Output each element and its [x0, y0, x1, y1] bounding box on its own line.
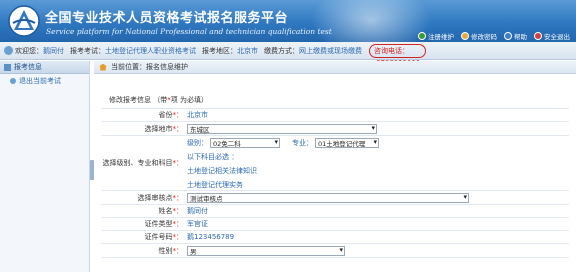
- welcome-name: 鹅同付: [43, 46, 64, 55]
- gender-cell: 男: [185, 244, 569, 257]
- province-label-text: 省份: [158, 111, 173, 119]
- user-icon: [418, 32, 426, 40]
- major-sub-label: 专业：: [292, 139, 313, 147]
- logout-link[interactable]: 安全退出: [534, 31, 570, 41]
- change-password-link[interactable]: 修改密码: [461, 31, 497, 41]
- gender-select[interactable]: 男: [187, 245, 345, 256]
- form-title: 修改报考信息 （带*项 为必填）: [109, 95, 208, 105]
- site-select[interactable]: 测试审核点: [187, 192, 469, 203]
- row-site: 选择审核点 *： 测试审核点: [101, 191, 569, 205]
- breadcrumb-text: 当前位置：报名信息维护: [111, 63, 188, 71]
- level-label: 选择级别、专业和科目 *：: [101, 136, 185, 190]
- register-maintain-label: 注册维护: [428, 33, 454, 41]
- breadcrumb: 当前位置：报名信息维护: [94, 61, 576, 74]
- subjects-note: 以下科目必选 ：: [187, 153, 239, 161]
- id-type-value: 军官证: [187, 220, 208, 228]
- gender-label: 性别 *：: [101, 244, 185, 257]
- site-label: 选择审核点 *：: [101, 191, 185, 204]
- region-value: 北京市: [237, 46, 258, 55]
- row-id-number: 证件号码 *： 鹅123456789: [101, 231, 569, 244]
- region-label: 报考地区：: [202, 46, 237, 55]
- level-sub-label: 级别：: [187, 139, 208, 147]
- id-number-label: 证件号码 *：: [101, 231, 185, 243]
- help-icon: [504, 32, 512, 40]
- required-star: *：: [172, 111, 184, 119]
- change-password-label: 修改密码: [471, 33, 497, 41]
- id-number-label-text: 证件号码: [144, 233, 173, 241]
- id-number-value: 鹅123456789: [187, 233, 235, 241]
- exam-label: 报考考试：: [70, 46, 105, 55]
- province-value: 北京市: [187, 111, 208, 119]
- name-value: 鹅同付: [187, 207, 208, 215]
- level-label-text: 选择级别、专业和科目: [102, 159, 173, 167]
- level-select[interactable]: 02免二科: [210, 138, 280, 148]
- help-link[interactable]: 帮助: [504, 31, 527, 41]
- form-title-prefix: 修改报考信息 （带: [109, 96, 168, 104]
- sidebar-item-label: 退出当前考试: [19, 76, 61, 85]
- logout-icon: [534, 32, 542, 40]
- name-label: 姓名 *：: [101, 205, 185, 217]
- welcome-text: 欢迎您：鹅同付: [15, 46, 64, 56]
- site-label-text: 选择审核点: [137, 193, 173, 202]
- exam-value: 土地登记代理人职业资格考试: [105, 46, 196, 55]
- subject-item: 土地登记代理实务: [187, 181, 243, 189]
- required-star: *：: [172, 246, 184, 255]
- phone-label: 咨询电话：: [374, 46, 409, 55]
- help-label: 帮助: [514, 33, 527, 41]
- required-star: *：: [172, 193, 184, 202]
- fee-value: 网上缴费或现场缴费: [299, 46, 362, 55]
- home-icon: [99, 63, 107, 71]
- sidebar-item-exit-exam[interactable]: 退出当前考试: [0, 74, 89, 87]
- folder-icon: [4, 63, 11, 71]
- key-icon: [461, 32, 469, 40]
- top-links: 注册维护 修改密码 帮助 安全退出: [418, 31, 570, 41]
- exam-info: 报考考试：土地登记代理人职业资格考试: [70, 46, 196, 56]
- city-cell: 东城区: [185, 122, 569, 135]
- site-cell: 测试审核点: [185, 191, 569, 204]
- register-maintain-link[interactable]: 注册维护: [418, 31, 454, 41]
- site-title: 全国专业技术人员资格考试报名服务平台: [45, 11, 289, 26]
- major-select[interactable]: 01土地登记代理: [315, 138, 379, 148]
- sidebar: 报考信息 退出当前考试: [0, 61, 90, 272]
- required-star: *：: [172, 159, 184, 167]
- sidebar-title: 报考信息: [14, 63, 42, 71]
- province-label: 省份 *：: [101, 109, 185, 121]
- level-cell: 级别： 02免二科 专业： 01土地登记代理 以下科目必选 ： 土地登记相关法律…: [185, 136, 379, 190]
- id-type-label: 证件类型 *：: [101, 218, 185, 230]
- phone-info: 咨询电话：6788111111: [369, 43, 426, 67]
- city-label: 选择地市 *：: [101, 122, 185, 135]
- required-star: *：: [172, 233, 184, 241]
- required-star: *：: [172, 124, 184, 133]
- subject-item: 土地登记相关法律知识: [187, 167, 257, 175]
- site-header: 全国专业技术人员资格考试报名服务平台 Service platform for …: [0, 0, 576, 42]
- info-bar: 欢迎您：鹅同付 报考考试：土地登记代理人职业资格考试 报考地区：北京市 缴费方式…: [0, 42, 576, 67]
- fee-label: 缴费方式：: [264, 46, 299, 55]
- user-avatar-icon: [4, 46, 13, 55]
- registration-form: 省份*： 北京市 选择地市*： 东城区 选择级别、专业和科目*： 级别： 02免…: [101, 108, 569, 258]
- city-label-text: 选择地市: [144, 124, 173, 133]
- row-level: 选择级别、专业和科目*： 级别： 02免二科 专业： 01土地登记代理 以下科目…: [101, 136, 569, 191]
- bullet-icon: [10, 77, 16, 84]
- row-province: 省份 *： 北京市: [101, 109, 569, 122]
- welcome-label: 欢迎您：: [15, 46, 43, 55]
- id-type-label-text: 证件类型: [144, 220, 173, 228]
- row-gender: 性别 *： 男: [101, 244, 569, 258]
- main-content: 当前位置：报名信息维护 修改报考信息 （带*项 为必填） 省份 *： 北京市 选择…: [94, 61, 576, 272]
- logout-label: 安全退出: [544, 33, 570, 41]
- site-subtitle: Service platform for National Profession…: [46, 27, 332, 36]
- gender-label-text: 性别: [158, 246, 173, 255]
- sidebar-header: 报考信息: [0, 61, 89, 74]
- required-star: *：: [172, 220, 184, 228]
- name-label-text: 姓名: [158, 207, 173, 215]
- required-star: *：: [172, 207, 184, 215]
- row-name: 姓名 *： 鹅同付: [101, 205, 569, 218]
- city-select[interactable]: 东城区: [187, 123, 377, 134]
- region-info: 报考地区：北京市: [202, 46, 258, 56]
- form-title-suffix: 项 为必填）: [170, 96, 208, 104]
- logo-icon: [8, 5, 40, 37]
- row-id-type: 证件类型 *： 军官证: [101, 218, 569, 231]
- row-city: 选择地市 *： 东城区: [101, 122, 569, 136]
- level-major-line: 级别： 02免二科 专业： 01土地登记代理: [187, 138, 379, 148]
- fee-info: 缴费方式：网上缴费或现场缴费: [264, 46, 362, 56]
